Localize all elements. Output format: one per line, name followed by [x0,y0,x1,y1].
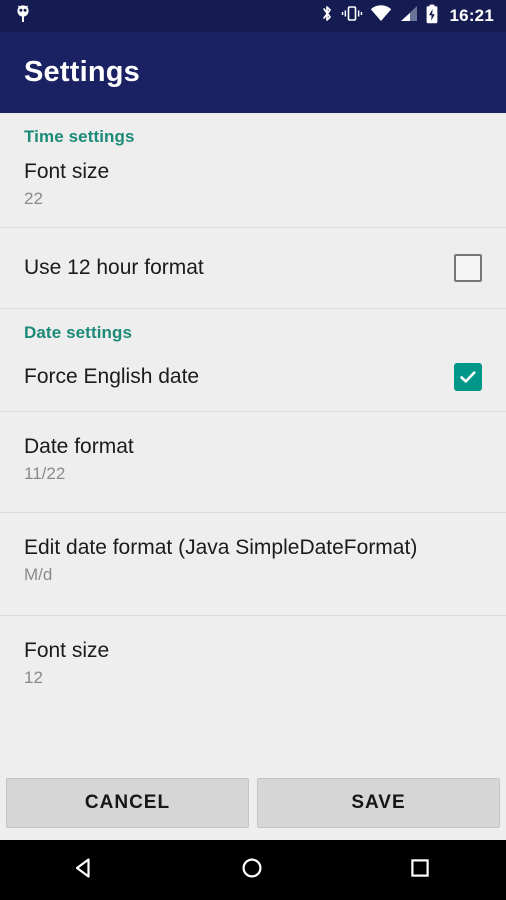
row-force-english-date[interactable]: Force English date [0,343,506,411]
settings-list: Time settings Font size 22 Use 12 hour f… [0,113,506,765]
battery-charging-icon [425,4,439,29]
android-navigation-bar [0,840,506,900]
row-title: Font size [24,160,110,183]
bluetooth-icon [320,4,334,28]
row-value: 11/22 [24,464,66,483]
page-title: Settings [24,56,140,88]
row-time-font-size[interactable]: Font size 22 [0,147,506,227]
row-edit-date-format[interactable]: Edit date format (Java SimpleDateFormat)… [0,513,506,615]
vibrate-icon [341,4,363,28]
app-bar: Settings [0,32,506,113]
row-force-english-date-text: Force English date [24,364,454,390]
checkbox-force-english-date[interactable] [454,363,482,391]
row-value: 12 [24,668,43,687]
row-title: Date format [24,435,134,458]
checkbox-use-12-hour-format[interactable] [454,254,482,282]
row-title: Use 12 hour format [24,256,204,279]
section-header-time-settings: Time settings [24,127,135,146]
android-robot-icon [14,4,32,29]
row-time-font-size-text: Font size 22 [24,159,482,210]
nav-recents-button[interactable] [336,840,504,900]
row-use-12-hour-format-text: Use 12 hour format [24,255,454,281]
row-use-12-hour-format[interactable]: Use 12 hour format [0,228,506,308]
nav-home-button[interactable] [168,840,336,900]
wifi-icon [370,4,392,28]
section-header-date-settings: Date settings [24,323,133,342]
home-circle-icon [238,854,266,887]
cell-signal-icon [399,5,418,28]
row-edit-date-format-text: Edit date format (Java SimpleDateFormat)… [24,535,482,586]
row-value: 22 [24,189,43,208]
status-bar-system-icons: 16:21 [320,4,494,29]
phone-screen: 16:21 Settings Time settings Font size 2… [0,0,506,900]
status-bar-clock: 16:21 [449,6,494,25]
row-date-format-text: Date format 11/22 [24,434,482,485]
row-title: Edit date format (Java SimpleDateFormat) [24,536,418,559]
nav-back-button[interactable] [0,840,168,900]
dialog-button-bar: CANCEL SAVE [0,765,506,840]
row-date-font-size[interactable]: Font size 12 [0,616,506,716]
cancel-button[interactable]: CANCEL [6,777,249,828]
row-date-format[interactable]: Date format 11/22 [0,412,506,512]
row-value: M/d [24,565,53,584]
back-triangle-icon [70,854,98,887]
status-bar: 16:21 [0,0,506,32]
row-title: Font size [24,639,110,662]
row-date-font-size-text: Font size 12 [24,638,482,689]
save-button[interactable]: SAVE [257,777,500,828]
check-icon [460,371,476,383]
row-title: Force English date [24,365,200,388]
status-bar-notifications [14,4,320,29]
recents-square-icon [406,854,434,887]
